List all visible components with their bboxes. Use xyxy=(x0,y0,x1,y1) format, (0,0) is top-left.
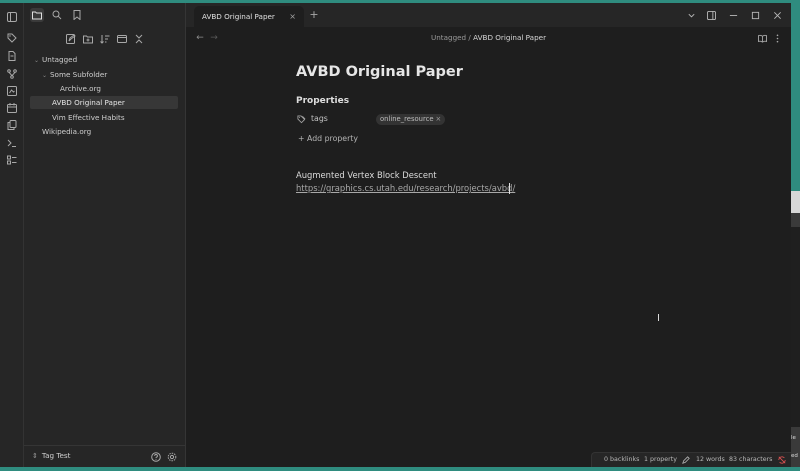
property-row-tags[interactable]: tags online_resource × xyxy=(296,113,596,127)
background-window-text: ed xyxy=(791,453,798,459)
background-window-content xyxy=(791,227,800,427)
tab-avbd-original-paper[interactable]: AVBD Original Paper × xyxy=(194,6,304,27)
graph-view-icon[interactable] xyxy=(4,67,20,81)
file-label: Archive.org xyxy=(60,84,101,93)
terminal-icon[interactable] xyxy=(4,136,20,150)
note-link[interactable]: https://graphics.cs.utah.edu/research/pr… xyxy=(296,183,515,193)
tag-icon[interactable] xyxy=(4,31,20,45)
folder-icon[interactable] xyxy=(30,8,44,22)
folder-label: Untagged xyxy=(42,55,78,64)
background-window-edge: le ed xyxy=(791,191,800,467)
right-sidebar-toggle-icon[interactable] xyxy=(704,8,718,22)
checklist-icon[interactable] xyxy=(4,153,20,167)
property-key[interactable]: tags xyxy=(311,114,328,123)
add-property-button[interactable]: + Add property xyxy=(298,134,358,143)
note-title[interactable]: AVBD Original Paper xyxy=(296,64,463,80)
sidebar-tab-strip xyxy=(24,3,186,27)
new-folder-icon[interactable] xyxy=(82,33,94,45)
calendar-icon[interactable] xyxy=(4,101,20,115)
auto-reveal-icon[interactable] xyxy=(116,33,128,45)
app-window: ⌄ Untagged ⌄ Some Subfolder Archive.org AV… xyxy=(0,3,791,467)
file-avbd-original-paper[interactable]: AVBD Original Paper xyxy=(30,96,178,109)
backlinks-count[interactable]: 0 backlinks xyxy=(604,456,639,463)
settings-gear-icon[interactable] xyxy=(166,451,178,463)
sort-icon[interactable] xyxy=(99,33,111,45)
status-bar: 0 backlinks 1 property 12 words 83 chara… xyxy=(591,452,791,467)
file-archive-org[interactable]: Archive.org xyxy=(60,82,182,95)
breadcrumb: Untagged / AVBD Original Paper xyxy=(186,33,791,42)
search-icon[interactable] xyxy=(50,8,64,22)
vault-switcher[interactable]: ⇕ Tag Test xyxy=(32,451,70,460)
tag-remove-icon[interactable]: × xyxy=(436,115,442,123)
tab-label: AVBD Original Paper xyxy=(202,12,275,21)
new-note-icon[interactable] xyxy=(65,33,77,45)
file-label: Wikipedia.org xyxy=(42,127,92,136)
folder-some-subfolder[interactable]: ⌄ Some Subfolder xyxy=(40,68,182,81)
copy-icon[interactable] xyxy=(4,118,20,132)
word-count: 12 words xyxy=(696,456,725,463)
ibeam-cursor-icon: I xyxy=(657,313,660,324)
reading-view-book-icon[interactable] xyxy=(756,32,768,44)
breadcrumb-separator: / xyxy=(468,33,471,42)
edit-pencil-icon[interactable] xyxy=(682,456,691,465)
new-tab-icon[interactable]: + xyxy=(308,9,320,21)
background-window-text: le xyxy=(791,435,796,441)
character-count: 83 characters xyxy=(729,456,773,463)
vault-name: Tag Test xyxy=(41,451,71,460)
folder-label: Some Subfolder xyxy=(50,70,108,79)
bookmark-icon[interactable] xyxy=(70,8,84,22)
breadcrumb-current[interactable]: AVBD Original Paper xyxy=(473,33,546,42)
properties-heading[interactable]: Properties xyxy=(296,96,349,106)
tab-bar: AVBD Original Paper × + xyxy=(186,3,791,27)
chevron-updown-icon: ⇕ xyxy=(32,451,38,460)
close-window-icon[interactable] xyxy=(770,8,784,22)
breadcrumb-folder[interactable]: Untagged xyxy=(431,33,466,42)
collapse-all-icon[interactable] xyxy=(133,33,145,45)
folder-untagged[interactable]: ⌄ Untagged xyxy=(32,53,182,66)
note-body-line[interactable]: Augmented Vertex Block Descent xyxy=(296,170,437,180)
chevron-down-icon: ⌄ xyxy=(42,72,48,79)
help-icon[interactable] xyxy=(150,451,162,463)
minimize-icon[interactable] xyxy=(726,8,740,22)
file-label: AVBD Original Paper xyxy=(52,98,125,107)
new-document-icon[interactable] xyxy=(4,49,20,63)
file-label: Vim Effective Habits xyxy=(52,113,125,122)
file-vim-effective-habits[interactable]: Vim Effective Habits xyxy=(52,111,182,124)
sidebar-toggle-icon[interactable] xyxy=(4,10,20,24)
maximize-icon[interactable] xyxy=(748,8,762,22)
tab-list-chevron-icon[interactable] xyxy=(684,8,698,22)
vault-switcher-bar: ⇕ Tag Test xyxy=(24,445,186,467)
view-header: ← → Untagged / AVBD Original Paper xyxy=(186,27,791,49)
tab-close-icon[interactable]: × xyxy=(289,6,296,27)
tag-pill-online-resource[interactable]: online_resource × xyxy=(376,114,446,125)
property-count[interactable]: 1 property xyxy=(644,456,677,463)
tags-icon xyxy=(297,115,307,125)
canvas-icon[interactable] xyxy=(4,84,20,98)
background-window-titlebar xyxy=(791,191,800,213)
more-options-icon[interactable] xyxy=(771,32,783,44)
chevron-down-icon: ⌄ xyxy=(34,57,40,64)
sync-error-icon[interactable] xyxy=(778,456,787,465)
tag-label: online_resource xyxy=(380,115,434,123)
file-wikipedia-org[interactable]: Wikipedia.org xyxy=(42,125,182,138)
text-caret xyxy=(509,183,510,194)
file-explorer-sidebar: ⌄ Untagged ⌄ Some Subfolder Archive.org AV… xyxy=(24,3,186,467)
left-ribbon xyxy=(0,3,24,467)
